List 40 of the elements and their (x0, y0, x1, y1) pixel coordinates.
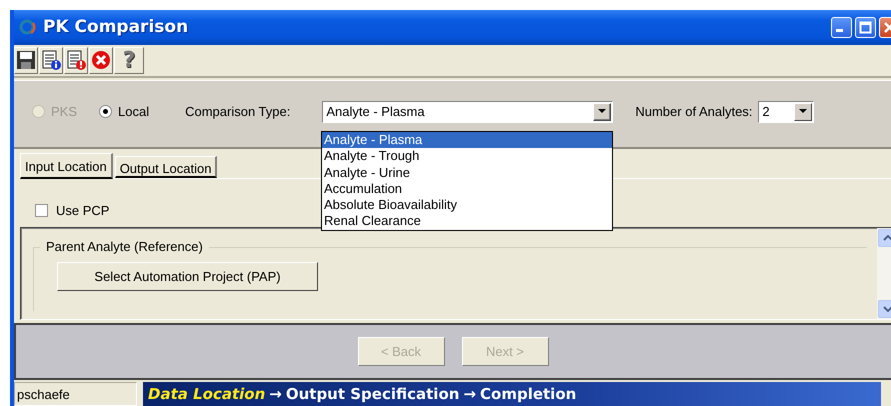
document-alert-icon (66, 50, 86, 70)
minimize-icon (836, 28, 843, 32)
dropdown-option[interactable]: Analyte - Urine (322, 164, 612, 181)
wizard-step: Data Location (148, 385, 266, 403)
info-button[interactable] (39, 46, 63, 74)
cancel-icon (91, 50, 111, 70)
dropdown-option[interactable]: Accumulation (322, 180, 612, 198)
help-button[interactable]: ? (114, 46, 144, 74)
comparison-type-dropdown[interactable]: Analyte - Plasma (322, 100, 614, 123)
step-arrow: → (269, 385, 282, 403)
field-label: Comparison Type: (185, 104, 290, 120)
radio-label: Local (118, 104, 150, 120)
maximize-button[interactable] (855, 16, 876, 38)
radio-label: PKS (51, 104, 78, 120)
minimize-button[interactable] (831, 16, 852, 38)
dropdown-option[interactable]: Renal Clearance (322, 213, 612, 230)
wizard-step: Completion (480, 385, 576, 403)
save-button[interactable] (14, 46, 38, 74)
wizard-step: Output Specification (286, 385, 460, 403)
group-title: Parent Analyte (Reference) (40, 239, 209, 254)
checkbox-label: Use PCP (56, 203, 110, 218)
cancel-button[interactable] (89, 46, 113, 74)
app-icon (18, 18, 38, 36)
dropdown-option[interactable]: Analyte - Plasma (322, 132, 612, 148)
dropdown-option[interactable]: Absolute Bioavailability (322, 197, 612, 214)
tab[interactable]: Input Location (20, 153, 113, 180)
checkbox[interactable] (35, 204, 48, 218)
document-info-icon (41, 50, 61, 70)
save-icon (16, 50, 36, 70)
alert-button[interactable] (64, 46, 88, 74)
tab[interactable]: Output Location (114, 156, 218, 178)
window-title: PK Comparison (43, 17, 190, 38)
select-project-button[interactable]: Select Automation Project (PAP) (57, 262, 318, 292)
user-name: pschaefe (14, 382, 137, 406)
step-arrow: → (463, 385, 476, 403)
maximize-icon (859, 20, 872, 34)
field-label: Number of Analytes: (635, 104, 752, 120)
dropdown-option[interactable]: Analyte - Trough (322, 148, 612, 165)
radio-button[interactable] (99, 105, 112, 118)
analytes-dropdown[interactable]: 2 (758, 100, 814, 123)
